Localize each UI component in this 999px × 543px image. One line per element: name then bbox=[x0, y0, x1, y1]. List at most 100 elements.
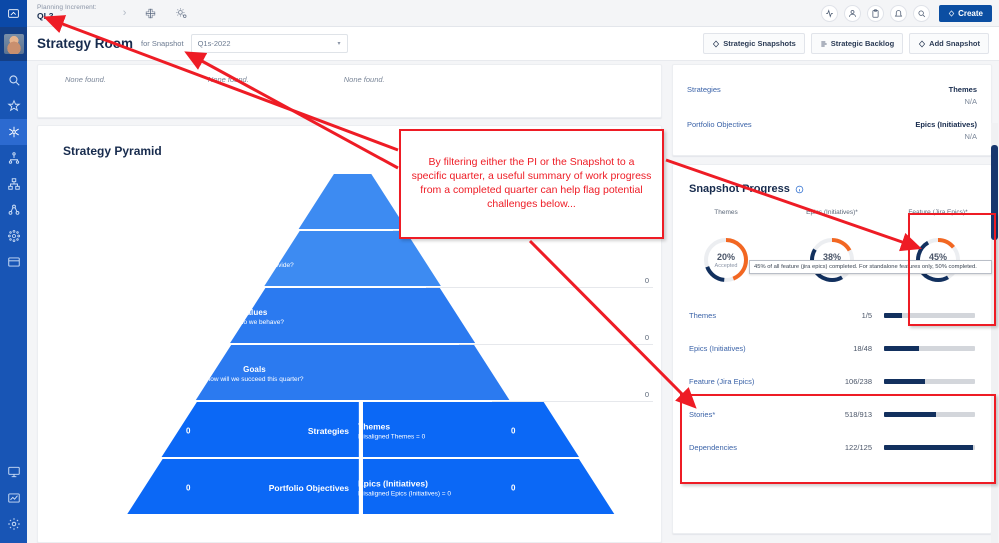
bell-icon[interactable] bbox=[890, 4, 908, 22]
progress-track-epics bbox=[884, 346, 975, 351]
themes-name: Themes bbox=[358, 421, 391, 431]
pyramid-level-goals[interactable]: Goals How will we succeed this quarter? … bbox=[38, 345, 661, 402]
monitor-icon[interactable] bbox=[0, 459, 27, 485]
sidebar-item-strategy-room[interactable] bbox=[0, 119, 27, 145]
diamond-icon bbox=[713, 39, 720, 48]
app-logo[interactable] bbox=[0, 0, 27, 27]
progress-name-themes[interactable]: Themes bbox=[689, 311, 814, 320]
none-found-col-1: None found. bbox=[65, 75, 106, 84]
alignment-left-strategies[interactable]: Strategies bbox=[687, 85, 721, 94]
themes-block: Themes Misaligned Themes = 0 bbox=[358, 421, 425, 440]
search-icon[interactable] bbox=[0, 67, 27, 93]
themes-count: 0 bbox=[511, 426, 516, 435]
progress-fill-feature bbox=[884, 379, 925, 384]
annotation-highlight-feature-donut bbox=[908, 213, 996, 326]
alignment-right-name-themes: Themes bbox=[948, 85, 977, 94]
alignment-right-value-themes: N/A bbox=[964, 97, 977, 106]
pyramid-shape-values bbox=[38, 288, 661, 343]
pyramid-shape-visions bbox=[38, 231, 661, 286]
left-nav-rail bbox=[0, 0, 27, 543]
clipboard-icon[interactable] bbox=[867, 4, 885, 22]
create-button[interactable]: Create bbox=[939, 4, 992, 22]
settings-icon[interactable] bbox=[175, 7, 188, 20]
info-icon[interactable] bbox=[795, 185, 804, 194]
strategic-snapshots-button[interactable]: Strategic Snapshots bbox=[703, 33, 805, 54]
activity-icon[interactable] bbox=[821, 4, 839, 22]
strategic-backlog-button[interactable]: Strategic Backlog bbox=[810, 33, 904, 54]
pyramid-shape-goals bbox=[38, 345, 661, 400]
diamond-icon bbox=[919, 39, 926, 48]
add-icon[interactable] bbox=[144, 7, 157, 20]
progress-name-feature[interactable]: Feature (Jira Epics) bbox=[689, 377, 814, 386]
gear-icon[interactable] bbox=[0, 511, 27, 537]
pyramid-level-values[interactable]: Values How do we behave? 0 bbox=[38, 288, 661, 345]
themes-sub: Misaligned Themes = 0 bbox=[358, 433, 426, 440]
alignment-right-themes: Themes N/A bbox=[949, 85, 977, 106]
none-found-col-3: None found. bbox=[343, 75, 385, 84]
progress-row-epics: Epics (Initiatives) 18/48 bbox=[673, 332, 991, 365]
pyramid-count-values: 0 bbox=[644, 333, 649, 342]
alignment-right-name-epics: Epics (Initiatives) bbox=[915, 120, 977, 129]
rail-icon-list bbox=[0, 61, 27, 275]
snapshot-select[interactable]: Q1s-2022 ▾ bbox=[190, 34, 348, 53]
avatar-image bbox=[3, 34, 24, 54]
pyramid-count-visions: 0 bbox=[644, 276, 649, 285]
create-button-label: Create bbox=[958, 8, 983, 18]
donut-pct-themes: 20% bbox=[716, 251, 735, 262]
strategies-count: 0 bbox=[186, 426, 191, 435]
top-toolbar: Planning Increment: QI-3 › Create bbox=[27, 0, 999, 27]
snapshot-filter-label: for Snapshot bbox=[141, 39, 184, 48]
donut-center-themes: 20% Accepted bbox=[701, 235, 751, 285]
epics-count: 0 bbox=[511, 483, 516, 492]
epics-block: Epics (Initiatives) Misaligned Epics (In… bbox=[358, 478, 451, 497]
page-title: Strategy Room bbox=[37, 36, 134, 51]
snapshot-select-value: Q1s-2022 bbox=[197, 39, 231, 48]
progress-value-epics: 18/48 bbox=[853, 344, 872, 353]
donut-chart-themes: 20% Accepted bbox=[701, 235, 751, 285]
planning-increment-value: QI-3 bbox=[37, 10, 54, 21]
cluster-icon[interactable] bbox=[0, 223, 27, 249]
strategic-backlog-label: Strategic Backlog bbox=[830, 39, 895, 48]
alignment-left-portfolio[interactable]: Portfolio Objectives bbox=[687, 120, 752, 129]
pyramid-shape-strategies bbox=[38, 402, 661, 457]
board-icon[interactable] bbox=[0, 249, 27, 275]
portfolio-objectives-count: 0 bbox=[186, 483, 191, 492]
progress-name-epics[interactable]: Epics (Initiatives) bbox=[689, 344, 814, 353]
annotation-highlight-progress-bars bbox=[680, 394, 996, 484]
portfolio-objectives-name: Portfolio Objectives bbox=[268, 482, 349, 493]
none-found-card: None found. None found. None found. bbox=[37, 64, 662, 118]
search-icon[interactable] bbox=[913, 4, 931, 22]
pyramid-level-strategies-themes[interactable]: 0 Strategies Themes Misaligned Themes = … bbox=[38, 402, 661, 459]
pyramid-level-portfolio-epics[interactable]: 0 Portfolio Objectives Epics (Initiative… bbox=[38, 459, 661, 516]
annotation-callout: By filtering either the PI or the Snapsh… bbox=[399, 129, 664, 239]
planning-increment-selector[interactable]: Planning Increment: QI-3 bbox=[27, 4, 97, 21]
progress-fill-epics bbox=[884, 346, 919, 351]
pyramid-level-visions[interactable]: Visions What value do we provide? 0 bbox=[38, 231, 661, 288]
toolbar-right-actions: Create bbox=[815, 4, 999, 22]
diamond-icon bbox=[948, 9, 955, 17]
strategies-name: Strategies bbox=[307, 425, 349, 436]
alignment-row-portfolio: Portfolio Objectives Epics (Initiatives)… bbox=[687, 120, 977, 141]
alignment-right-epics: Epics (Initiatives) N/A bbox=[915, 120, 977, 141]
alignment-summary-card: Strategies Themes N/A Portfolio Objectiv… bbox=[672, 64, 992, 156]
chevron-down-icon: ▾ bbox=[337, 41, 341, 47]
app-root: Planning Increment: QI-3 › Create Strate… bbox=[0, 0, 999, 543]
rail-bottom-icons bbox=[0, 459, 27, 537]
alignment-row-strategies: Strategies Themes N/A bbox=[687, 85, 977, 106]
chevron-right-icon[interactable]: › bbox=[123, 7, 127, 19]
org-chart-icon[interactable] bbox=[0, 171, 27, 197]
star-icon[interactable] bbox=[0, 93, 27, 119]
people-icon[interactable] bbox=[844, 4, 862, 22]
backlog-icon bbox=[821, 41, 827, 46]
donut-label-epics: Epics (Initiatives)* bbox=[806, 209, 858, 216]
epics-name: Epics (Initiatives) bbox=[358, 478, 428, 488]
snapshot-progress-header: Snapshot Progress bbox=[673, 179, 991, 195]
network-icon[interactable] bbox=[0, 197, 27, 223]
hierarchy-icon[interactable] bbox=[0, 145, 27, 171]
donut-label-themes: Themes bbox=[714, 209, 738, 216]
avatar[interactable] bbox=[0, 27, 27, 61]
add-snapshot-button[interactable]: Add Snapshot bbox=[909, 33, 989, 54]
add-snapshot-label: Add Snapshot bbox=[929, 39, 980, 48]
progress-value-themes: 1/5 bbox=[861, 311, 872, 320]
chart-icon[interactable] bbox=[0, 485, 27, 511]
